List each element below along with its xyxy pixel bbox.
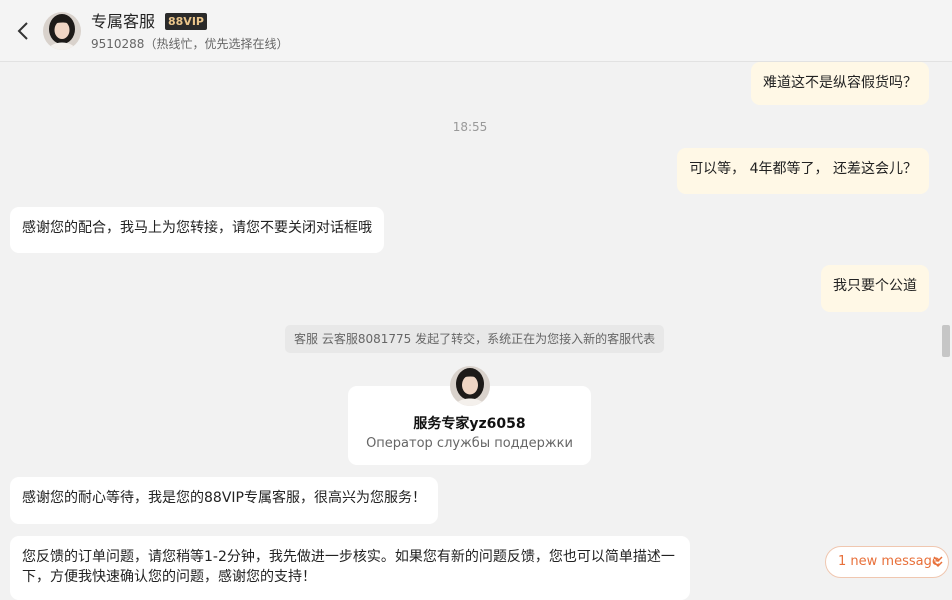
agent-name: 服务专家yz6058 (413, 416, 526, 432)
message-timestamp: 18:55 (452, 120, 488, 134)
message-bubble-received: 感谢您的配合，我马上为您转接，请您不要关闭对话框哦 (10, 207, 384, 253)
chat-subtitle: 9510288（热线忙，优先选择在线） (91, 37, 289, 51)
chat-header: 专属客服 88VIP 9510288（热线忙，优先选择在线） (0, 0, 952, 62)
message-bubble-sent: 可以等， 4年都等了， 还差这会儿？ (677, 148, 929, 194)
agent-avatar[interactable] (43, 12, 81, 50)
new-message-label: 1 new message (838, 554, 940, 569)
double-chevron-down-icon (933, 556, 943, 568)
message-bubble-sent: 我只要个公道 (821, 265, 929, 312)
back-button[interactable] (12, 18, 36, 44)
agent-avatar[interactable] (450, 366, 490, 406)
scrollbar-thumb[interactable] (942, 325, 950, 357)
vip-badge: 88VIP (165, 13, 207, 30)
chat-title: 专属客服 (91, 12, 156, 31)
message-list: 难道这不是纵容假货吗？ 18:55 可以等， 4年都等了， 还差这会儿？ 感谢您… (0, 62, 940, 600)
message-bubble-received: 感谢您的耐心等待，我是您的88VIP专属客服，很高兴为您服务！ (10, 477, 438, 524)
message-bubble-sent: 难道这不是纵容假货吗？ (751, 62, 929, 105)
chevron-left-icon (17, 22, 28, 40)
message-bubble-received: 您反馈的订单问题，请您稍等1-2分钟，我先做进一步核实。如果您有新的问题反馈，您… (10, 536, 690, 600)
system-transfer-notice: 客服 云客服8081775 发起了转交，系统正在为您接入新的客服代表 (285, 325, 665, 353)
agent-role: Оператор службы поддержки (366, 436, 573, 451)
new-message-button[interactable]: 1 new message (825, 546, 949, 578)
chat-scrollbar[interactable] (940, 62, 952, 600)
